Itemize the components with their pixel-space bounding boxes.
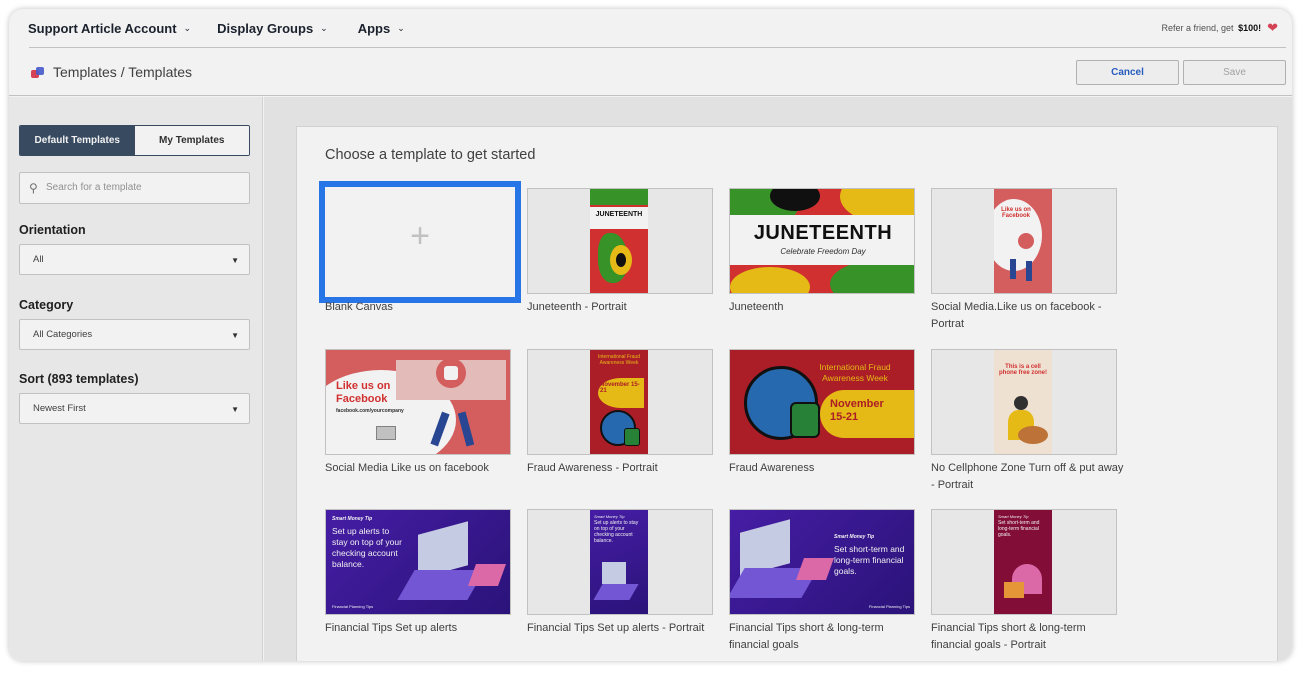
- breadcrumb-bar: Templates / Templates Cancel Save: [9, 48, 1292, 96]
- template-card-blank[interactable]: +: [319, 181, 521, 303]
- thumb-title: Like us on Facebook: [336, 380, 391, 405]
- page-title: Choose a template to get started: [325, 147, 536, 163]
- main-content: Choose a template to get started + Blank…: [264, 97, 1292, 661]
- thumb-text: Set short-term and long-term financial g…: [998, 520, 1040, 538]
- caret-down-icon: ▼: [231, 256, 239, 265]
- template-name: Financial Tips Set up alerts: [325, 622, 458, 634]
- thumbnail: Smart Money Tip Set short-term and long-…: [994, 510, 1052, 614]
- thumb-title: International Fraud Awareness Week: [819, 362, 891, 383]
- refer-amount: $100!: [1238, 23, 1262, 33]
- orientation-value: All: [33, 254, 44, 265]
- thumb-text: International Fraud Awareness Week: [598, 354, 640, 366]
- thumb-subtitle: Celebrate Freedom Day: [780, 247, 866, 256]
- sort-select[interactable]: Newest First ▼: [19, 393, 250, 424]
- template-card-alerts[interactable]: Smart Money Tip Set up alerts to stay on…: [325, 509, 511, 615]
- thumb-footer: Financial Planning Tips: [332, 604, 374, 609]
- search-icon: ⚲: [29, 181, 38, 195]
- template-card-juneteenth-portrait[interactable]: JUNETEENTH: [527, 188, 713, 294]
- template-card-goals[interactable]: Smart Money Tip Set short-term and long-…: [729, 509, 915, 615]
- template-card-fraud[interactable]: International Fraud Awareness Week Novem…: [729, 349, 915, 455]
- tab-default-templates[interactable]: Default Templates: [20, 126, 135, 155]
- thumb-title: JUNETEENTH: [753, 222, 893, 244]
- top-nav: Support Article Account ⌄ Display Groups ⌄…: [9, 9, 1292, 47]
- app-logo-icon: [31, 67, 44, 78]
- template-card-fraud-portrait[interactable]: International Fraud Awareness Week Novem…: [527, 349, 713, 455]
- template-name: Financial Tips Set up alerts - Portrait: [527, 622, 705, 634]
- thumbnail: JUNETEENTH: [590, 189, 648, 293]
- thumbnail: Like us on Facebook: [994, 189, 1052, 293]
- search-input[interactable]: ⚲ Search for a template: [19, 172, 250, 204]
- thumb-url: facebook.com/yourcompany: [336, 408, 404, 414]
- sidebar: Default Templates My Templates ⚲ Search …: [9, 97, 263, 661]
- tab-my-templates[interactable]: My Templates: [134, 126, 249, 155]
- thumb-label: Smart Money Tip: [594, 514, 625, 519]
- search-placeholder: Search for a template: [46, 182, 142, 193]
- thumb-text: JUNETEENTH: [595, 211, 643, 218]
- template-name: Fraud Awareness: [729, 462, 815, 474]
- refer-link[interactable]: Refer a friend, get $100! ❤: [1162, 20, 1279, 36]
- display-groups-menu[interactable]: Display Groups ⌄: [217, 21, 328, 36]
- breadcrumb: Templates / Templates: [53, 64, 193, 80]
- account-menu[interactable]: Support Article Account ⌄: [28, 21, 191, 36]
- template-name: Financial Tips short & long-term financi…: [729, 622, 884, 651]
- thumbnail: International Fraud Awareness Week Novem…: [590, 350, 648, 454]
- shield-icon: [790, 402, 820, 438]
- template-card-cellphone-portrait[interactable]: This is a cell phone free zone!: [931, 349, 1117, 455]
- template-card-likeus[interactable]: Like us on Facebook facebook.com/yourcom…: [325, 349, 511, 455]
- thumb-footer: Financial Planning Tips: [868, 604, 910, 609]
- thumb-label: Smart Money Tip: [998, 514, 1029, 519]
- apps-label: Apps: [357, 20, 391, 36]
- template-name: Social Media Like us on facebook: [325, 462, 489, 474]
- account-label: Support Article Account: [28, 20, 177, 36]
- thumb-date: November 15-21: [830, 398, 884, 423]
- orientation-select[interactable]: All ▼: [19, 244, 250, 275]
- template-card-alerts-portrait[interactable]: Smart Money Tip Set up alerts to stay on…: [527, 509, 713, 615]
- template-name: Social Media.Like us on facebook - Portr…: [931, 301, 1102, 330]
- category-label: Category: [19, 298, 74, 312]
- template-name: No Cellphone Zone Turn off & put away - …: [931, 462, 1124, 491]
- category-value: All Categories: [33, 329, 93, 340]
- plus-icon: +: [410, 217, 430, 255]
- thumb-text: Set up alerts to stay on top of your che…: [594, 520, 639, 544]
- template-name: Blank Canvas: [325, 301, 393, 313]
- heart-icon: ❤: [1267, 20, 1278, 35]
- chevron-down-icon: ⌄: [320, 22, 328, 33]
- thumb-label: Smart Money Tip: [834, 534, 875, 540]
- thumb-date: November 15-21: [600, 382, 640, 394]
- refer-text: Refer a friend, get: [1161, 23, 1234, 33]
- template-name: Financial Tips short & long-term financi…: [931, 622, 1086, 651]
- sort-label: Sort (893 templates): [19, 372, 139, 386]
- save-button[interactable]: Save: [1183, 60, 1286, 85]
- thumbnail: Smart Money Tip Set up alerts to stay on…: [590, 510, 648, 614]
- display-groups-label: Display Groups: [217, 20, 314, 36]
- chevron-down-icon: ⌄: [397, 22, 405, 33]
- thumb-text: This is a cell phone free zone!: [998, 364, 1047, 376]
- app-window: Support Article Account ⌄ Display Groups ⌄…: [9, 9, 1292, 661]
- thumb-text: Set up alerts to stay on top of your che…: [332, 526, 402, 569]
- thumb-label: Smart Money Tip: [332, 516, 373, 522]
- category-select[interactable]: All Categories ▼: [19, 319, 250, 350]
- sort-value: Newest First: [33, 403, 86, 414]
- caret-down-icon: ▼: [231, 331, 239, 340]
- template-card-juneteenth[interactable]: JUNETEENTH Celebrate Freedom Day: [729, 188, 915, 294]
- template-name: Juneteenth - Portrait: [527, 301, 627, 313]
- thumb-text: Like us on Facebook: [1001, 207, 1031, 219]
- template-card-likeus-portrait[interactable]: Like us on Facebook: [931, 188, 1117, 294]
- thumb-text: Set short-term and long-term financial g…: [834, 544, 905, 576]
- cancel-button[interactable]: Cancel: [1076, 60, 1179, 85]
- template-source-toggle: Default Templates My Templates: [19, 125, 250, 156]
- caret-down-icon: ▼: [231, 405, 239, 414]
- thumbnail: This is a cell phone free zone!: [994, 350, 1052, 454]
- template-card-goals-portrait[interactable]: Smart Money Tip Set short-term and long-…: [931, 509, 1117, 615]
- apps-menu[interactable]: Apps ⌄: [358, 21, 405, 36]
- orientation-label: Orientation: [19, 223, 86, 237]
- chevron-down-icon: ⌄: [183, 22, 192, 33]
- template-name: Fraud Awareness - Portrait: [527, 462, 658, 474]
- template-panel: Choose a template to get started + Blank…: [296, 126, 1278, 661]
- template-name: Juneteenth: [729, 301, 784, 313]
